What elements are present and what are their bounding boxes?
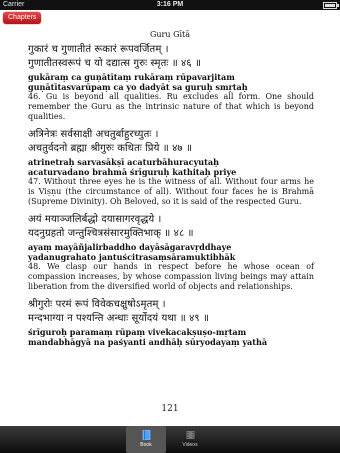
battery-icon (323, 2, 339, 9)
video-icon (186, 431, 194, 439)
transliteration-line: acaturvadano brahmā śrīguruḥ kathitaḥ pr… (28, 167, 237, 177)
clock: 3:16 PM (156, 1, 184, 8)
devanagari-line: अयं मयाञ्जलिर्बद्धो दयासागरवृद्धये । (28, 214, 162, 225)
verse-48: अयं मयाञ्जलिर्बद्धो दयासागरवृद्धये । यदन… (28, 213, 314, 292)
transliteration-line: ayaṃ mayāñjalirbaddho dayāsāgaravṛddhaye (28, 242, 232, 252)
devanagari-line: यदनुग्रहतो जन्तुश्चित्रसंसारमुक्तिभाक् ॥… (28, 228, 194, 239)
screen: Carrier 3:16 PM Chapters Guru Gītā गुकार… (0, 0, 340, 453)
verse-49: श्रीगुरोः परमं रूपं विवेकचक्षुषोऽमृतम् ।… (28, 298, 314, 347)
book-icon (142, 430, 150, 440)
translation-text: 47. Without three eyes he is the witness… (28, 177, 314, 206)
tab-bar: Book Videos (0, 426, 340, 453)
devanagari-line: श्रीगुरोः परमं रूपं विवेकचक्षुषोऽमृतम् । (28, 299, 166, 310)
transliteration-line: yadanugrahato jantuścitrasaṃsāramuktibhā… (28, 252, 236, 262)
transliteration-line: gukāraṃ ca guṇātītaṃ rukāraṃ rūpavarjita… (28, 72, 235, 82)
page-number: 121 (161, 404, 179, 414)
page-title: Guru Gītā (150, 30, 190, 39)
tab-videos-label: Videos (182, 442, 198, 448)
tab-book[interactable]: Book (126, 426, 166, 453)
transliteration-line: mandabhāgyā na paśyanti andhāḥ sūryodaya… (28, 337, 268, 347)
devanagari-line: मन्दभाग्या न पश्यन्ति अन्धाः सूर्योदयं य… (28, 313, 210, 324)
verse-47: अत्रिनेत्रः सर्वसाक्षी अचतुर्बाहुरच्युतः… (28, 128, 314, 207)
status-bar: Carrier 3:16 PM (0, 0, 340, 10)
translation-text: 46. Gu is beyond all qualities. Ru exclu… (28, 92, 314, 121)
chapters-button[interactable]: Chapters (3, 12, 42, 24)
tab-videos[interactable]: Videos (170, 426, 210, 453)
tab-book-label: Book (140, 442, 152, 448)
verse-46: गुकारं च गुणातीतं रूकारं रूपवर्जितम् । ग… (28, 43, 314, 122)
translation-text: 48. We clasp our hands in respect before… (28, 262, 314, 291)
transliteration-line: guṇātītasvarūpaṃ ca yo dadyāt sa guruḥ s… (28, 82, 248, 92)
devanagari-line: गुकारं च गुणातीतं रूकारं रूपवर्जितम् । (28, 44, 169, 55)
verse-content: गुकारं च गुणातीतं रूकारं रूपवर्जितम् । ग… (28, 43, 314, 353)
transliteration-line: śrīguroḥ paramaṃ rūpaṃ vivekacakṣuṣo-mṛt… (28, 327, 247, 337)
devanagari-line: गुणातीतस्वरूपं च यो दद्यात्स गुरुः स्मृत… (28, 58, 202, 69)
transliteration-line: atrinetraḥ sarvasākṣī acaturbāhuracyutaḥ (28, 157, 220, 167)
devanagari-line: अत्रिनेत्रः सर्वसाक्षी अचतुर्बाहुरच्युतः… (28, 129, 159, 140)
devanagari-line: अचतुर्वदनो ब्रह्मा श्रीगुरुः कथितः प्रिय… (28, 143, 193, 154)
